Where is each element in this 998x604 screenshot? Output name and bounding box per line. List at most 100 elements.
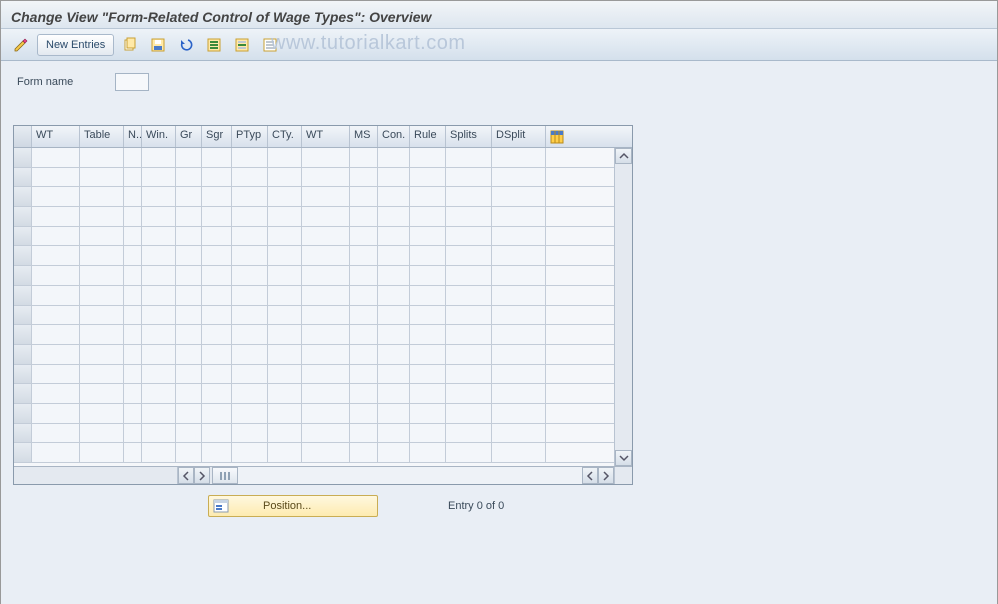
grid-cell[interactable] xyxy=(350,365,378,384)
grid-cell[interactable] xyxy=(232,168,268,187)
grid-cell[interactable] xyxy=(378,443,410,462)
grid-cell[interactable] xyxy=(124,424,142,443)
grid-cell[interactable] xyxy=(446,207,492,226)
col-ms[interactable]: MS xyxy=(350,126,378,147)
grid-cell[interactable] xyxy=(80,325,124,344)
grid-cell[interactable] xyxy=(80,306,124,325)
row-selector[interactable] xyxy=(14,424,32,443)
grid-cell[interactable] xyxy=(410,424,446,443)
grid-cell[interactable] xyxy=(410,168,446,187)
grid-cell[interactable] xyxy=(268,443,302,462)
grid-cell[interactable] xyxy=(378,384,410,403)
grid-cell[interactable] xyxy=(202,345,232,364)
row-selector[interactable] xyxy=(14,266,32,285)
grid-cell[interactable] xyxy=(32,306,80,325)
grid-cell[interactable] xyxy=(32,384,80,403)
grid-cell[interactable] xyxy=(302,168,350,187)
grid-cell[interactable] xyxy=(124,148,142,167)
grid-cell[interactable] xyxy=(378,306,410,325)
hscroll-track[interactable] xyxy=(238,467,582,484)
grid-cell[interactable] xyxy=(446,306,492,325)
grid-cell[interactable] xyxy=(410,207,446,226)
undo-change-button[interactable] xyxy=(174,34,198,56)
grid-cell[interactable] xyxy=(268,404,302,423)
grid-cell[interactable] xyxy=(142,246,176,265)
grid-cell[interactable] xyxy=(80,227,124,246)
grid-cell[interactable] xyxy=(492,187,546,206)
grid-cell[interactable] xyxy=(378,187,410,206)
grid-cell[interactable] xyxy=(302,424,350,443)
grid-cell[interactable] xyxy=(302,404,350,423)
grid-cell[interactable] xyxy=(80,187,124,206)
grid-cell[interactable] xyxy=(124,207,142,226)
grid-cell[interactable] xyxy=(124,227,142,246)
grid-cell[interactable] xyxy=(202,404,232,423)
grid-cell[interactable] xyxy=(268,207,302,226)
col-n[interactable]: N.. xyxy=(124,126,142,147)
grid-cell[interactable] xyxy=(268,365,302,384)
grid-cell[interactable] xyxy=(410,266,446,285)
grid-cell[interactable] xyxy=(350,345,378,364)
grid-cell[interactable] xyxy=(124,384,142,403)
grid-cell[interactable] xyxy=(142,286,176,305)
grid-cell[interactable] xyxy=(302,345,350,364)
row-selector[interactable] xyxy=(14,365,32,384)
grid-cell[interactable] xyxy=(350,246,378,265)
grid-cell[interactable] xyxy=(32,286,80,305)
grid-cell[interactable] xyxy=(378,404,410,423)
grid-cell[interactable] xyxy=(378,345,410,364)
grid-cell[interactable] xyxy=(176,325,202,344)
grid-cell[interactable] xyxy=(202,384,232,403)
grid-cell[interactable] xyxy=(268,148,302,167)
grid-cell[interactable] xyxy=(202,227,232,246)
grid-cell[interactable] xyxy=(32,227,80,246)
grid-cell[interactable] xyxy=(492,325,546,344)
grid-cell[interactable] xyxy=(350,266,378,285)
grid-cell[interactable] xyxy=(492,207,546,226)
grid-cell[interactable] xyxy=(232,266,268,285)
grid-cell[interactable] xyxy=(142,187,176,206)
grid-cell[interactable] xyxy=(492,286,546,305)
grid-cell[interactable] xyxy=(124,306,142,325)
grid-cell[interactable] xyxy=(202,266,232,285)
col-dsplit[interactable]: DSplit xyxy=(492,126,546,147)
grid-cell[interactable] xyxy=(492,306,546,325)
grid-cell[interactable] xyxy=(378,286,410,305)
grid-cell[interactable] xyxy=(232,207,268,226)
grid-cell[interactable] xyxy=(350,286,378,305)
grid-cell[interactable] xyxy=(142,424,176,443)
col-splits[interactable]: Splits xyxy=(446,126,492,147)
grid-cell[interactable] xyxy=(302,325,350,344)
grid-cell[interactable] xyxy=(32,424,80,443)
row-selector[interactable] xyxy=(14,168,32,187)
grid-cell[interactable] xyxy=(350,227,378,246)
grid-cell[interactable] xyxy=(446,345,492,364)
row-selector[interactable] xyxy=(14,345,32,364)
grid-cell[interactable] xyxy=(350,325,378,344)
grid-cell[interactable] xyxy=(202,306,232,325)
grid-cell[interactable] xyxy=(378,148,410,167)
grid-cell[interactable] xyxy=(124,345,142,364)
grid-cell[interactable] xyxy=(232,227,268,246)
row-selector[interactable] xyxy=(14,286,32,305)
grid-cell[interactable] xyxy=(80,266,124,285)
row-selector[interactable] xyxy=(14,325,32,344)
grid-cell[interactable] xyxy=(410,365,446,384)
col-gr[interactable]: Gr xyxy=(176,126,202,147)
grid-cell[interactable] xyxy=(176,207,202,226)
grid-cell[interactable] xyxy=(492,384,546,403)
grid-cell[interactable] xyxy=(202,246,232,265)
grid-cell[interactable] xyxy=(232,148,268,167)
grid-cell[interactable] xyxy=(350,148,378,167)
scroll-left-end-button[interactable] xyxy=(582,467,598,484)
grid-cell[interactable] xyxy=(232,345,268,364)
grid-cell[interactable] xyxy=(350,207,378,226)
column-splitter-handle[interactable] xyxy=(212,467,238,484)
grid-cell[interactable] xyxy=(378,365,410,384)
grid-cell[interactable] xyxy=(492,404,546,423)
grid-cell[interactable] xyxy=(302,187,350,206)
row-selector[interactable] xyxy=(14,404,32,423)
grid-cell[interactable] xyxy=(142,207,176,226)
grid-cell[interactable] xyxy=(80,286,124,305)
grid-corner-select-all[interactable] xyxy=(14,126,32,147)
